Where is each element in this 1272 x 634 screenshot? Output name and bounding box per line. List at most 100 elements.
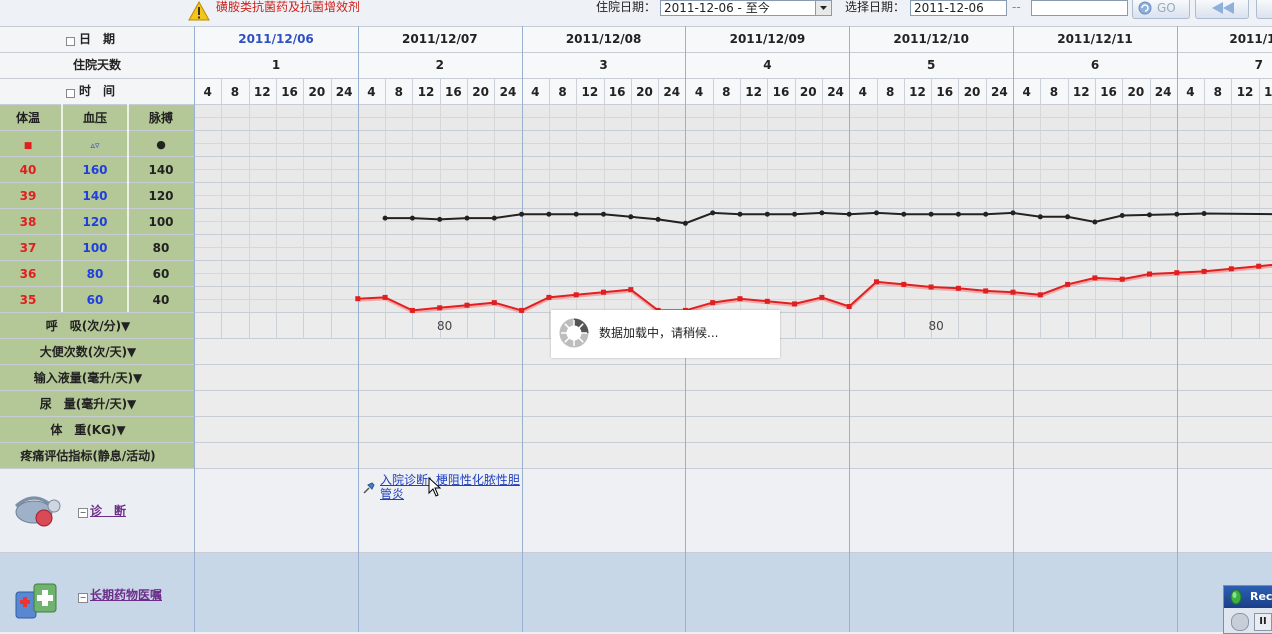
pulse-tick: 60: [153, 267, 170, 281]
pulse-point: [792, 211, 798, 217]
header-day: 2: [436, 58, 444, 72]
pushpin-icon: [363, 482, 375, 494]
temperature-point: [792, 301, 798, 307]
pulse-point: [628, 214, 634, 220]
time-header-label: 时 间: [79, 83, 115, 98]
header-hour: 12: [581, 85, 598, 99]
pulse-point: [983, 211, 989, 217]
header-hour: 24: [336, 85, 353, 99]
recorder-widget[interactable]: Rec II: [1223, 585, 1272, 634]
pulse-tick: 100: [148, 215, 173, 229]
temperature-point: [382, 294, 388, 300]
header-day: 4: [763, 58, 771, 72]
pulse-point: [928, 211, 934, 217]
pulse-tick: 140: [148, 163, 173, 177]
bp-symbol-icon: ▵▿: [90, 141, 100, 151]
pulse-tick: 40: [153, 293, 170, 307]
pulse-point: [901, 211, 907, 217]
header-hour: 8: [1050, 85, 1058, 99]
diagnosis-link[interactable]: 入院诊断: 梗阻性化脓性胆管炎: [380, 473, 520, 501]
temperature-point: [573, 292, 579, 298]
medicine-icon: [12, 570, 62, 622]
temperature-point: [1256, 263, 1262, 269]
temperature-point: [846, 304, 852, 309]
row-label: 大便次数(次/天)▼: [40, 344, 137, 359]
header-hour: 16: [609, 85, 626, 99]
header-day: 7: [1255, 58, 1263, 72]
temp-tick: 39: [20, 189, 37, 203]
record-button[interactable]: [1231, 613, 1249, 631]
header-day: 1: [272, 58, 280, 72]
pulse-point: [573, 211, 579, 217]
header-hour: 12: [1073, 85, 1090, 99]
respiration-value: 80: [437, 319, 452, 333]
temperature-point: [955, 285, 961, 291]
header-hour: 20: [308, 85, 325, 99]
pulse-point: [874, 210, 879, 216]
bp-tick: 120: [82, 215, 107, 229]
header-day: 3: [599, 58, 607, 72]
pause-button[interactable]: II: [1254, 613, 1272, 631]
bp-tick: 80: [87, 267, 104, 281]
header-hour: 12: [418, 85, 435, 99]
legend-title: 脉搏: [148, 110, 173, 125]
header-hour: 8: [395, 85, 403, 99]
pulse-point: [710, 210, 716, 216]
pulse-point: [519, 211, 525, 217]
collapse-time-icon: [66, 89, 75, 98]
header-date: 2011/12/11: [1057, 32, 1133, 46]
pulse-point: [1147, 212, 1152, 218]
temp-tick: 38: [20, 215, 37, 229]
collapse-diagnosis-icon[interactable]: −: [78, 508, 88, 518]
header-hour: 12: [254, 85, 271, 99]
temperature-point: [1037, 292, 1043, 298]
header-hour: 4: [859, 85, 867, 99]
loading-overlay: 数据加载中，请稍候...: [551, 310, 780, 358]
pulse-point: [546, 211, 552, 217]
header-hour: 4: [203, 85, 211, 99]
header-date: 2011/12/06: [238, 32, 314, 46]
header-hour: 8: [231, 85, 239, 99]
pulse-point: [655, 216, 661, 222]
header-hour: 16: [936, 85, 953, 99]
temperature-point: [491, 300, 497, 306]
temp-tick: 35: [20, 293, 37, 307]
recorder-logo-icon: [1230, 589, 1242, 605]
diagnosis-icon: [10, 488, 68, 532]
row-label: 输入液量(毫升/天)▼: [34, 370, 143, 385]
header-hour: 8: [1214, 85, 1222, 99]
mouse-cursor-icon: [428, 477, 442, 497]
header-hour: 20: [1127, 85, 1144, 99]
pulse-tick: 120: [148, 189, 173, 203]
header-hour: 4: [1022, 85, 1030, 99]
temperature-point: [928, 284, 934, 290]
pulse-point: [491, 215, 497, 221]
header-date: 2011/12/09: [730, 32, 806, 46]
collapse-longterm-icon[interactable]: −: [78, 593, 88, 603]
temp-tick: 37: [20, 241, 37, 255]
longterm-orders-link[interactable]: 长期药物医嘱: [90, 588, 162, 602]
temperature-point: [764, 298, 770, 304]
header-hour: 12: [909, 85, 926, 99]
temperature-point: [1092, 275, 1098, 281]
date-header-label: 日 期: [79, 31, 115, 46]
pulse-point: [764, 211, 770, 217]
pulse-symbol-icon: ●: [156, 138, 166, 151]
temperature-point: [546, 294, 552, 300]
header-date: 2011/12/10: [893, 32, 969, 46]
header-day: 5: [927, 58, 935, 72]
temperature-point: [819, 294, 825, 300]
bp-tick: 100: [82, 241, 107, 255]
temperature-point: [1119, 276, 1125, 282]
pulse-point: [682, 220, 688, 226]
pulse-tick: 80: [153, 241, 170, 255]
temperature-point: [437, 305, 443, 311]
header-hour: 20: [800, 85, 817, 99]
pulse-point: [1092, 219, 1098, 225]
diagnosis-section-link[interactable]: 诊 断: [90, 504, 126, 518]
header-hour: 16: [1264, 85, 1272, 99]
header-hour: 12: [745, 85, 762, 99]
header-hour: 8: [558, 85, 566, 99]
header-hour: 20: [636, 85, 653, 99]
respiration-value: 80: [928, 319, 943, 333]
